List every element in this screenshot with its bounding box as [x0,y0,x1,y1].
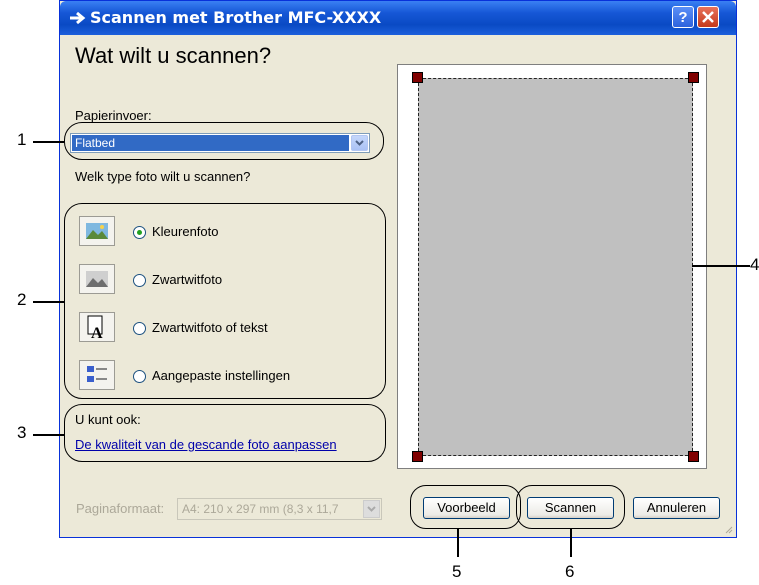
callout-line-5 [457,529,459,557]
crop-handle-top-right[interactable] [688,72,699,83]
callout-number-3: 3 [17,423,27,442]
chevron-down-icon [367,506,376,512]
help-button[interactable]: ? [672,6,694,28]
crop-handle-bottom-left[interactable] [412,451,423,462]
callout-outline-2 [64,203,386,399]
callout-outline-3 [64,404,386,462]
close-button[interactable] [697,6,719,28]
photo-type-label: Welk type foto wilt u scannen? [75,169,251,184]
callout-number-4: 4 [750,255,759,274]
callout-number-5: 5 [452,562,462,581]
callout-line-2 [33,301,64,303]
crop-handle-bottom-right[interactable] [688,451,699,462]
page-title: Wat wilt u scannen? [75,43,272,68]
cancel-button[interactable]: Annuleren [633,497,720,519]
paper-source-label: Papierinvoer: [75,108,152,123]
title-bar[interactable]: Scannen met Brother MFC-XXXX ? [60,1,736,35]
scan-area[interactable] [418,78,693,456]
page-size-dropdown-button [363,500,380,518]
callout-line-3 [33,434,64,436]
crop-handle-top-left[interactable] [412,72,423,83]
window-title: Scannen met Brother MFC-XXXX [90,8,382,27]
callout-outline-1 [64,122,384,160]
scanner-arrow-icon [70,11,86,25]
callout-outline-6 [516,485,625,529]
page-size-select: A4: 210 x 297 mm (8,3 x 11,7 [177,498,382,520]
callout-number-1: 1 [17,130,27,149]
page-size-value: A4: 210 x 297 mm (8,3 x 11,7 [182,502,339,516]
resize-grip-icon[interactable] [723,524,733,534]
close-icon [702,11,714,23]
callout-number-6: 6 [565,562,575,581]
callout-line-4 [692,265,750,267]
callout-line-6 [570,529,572,557]
callout-number-2: 2 [17,290,27,309]
callout-line-1 [33,141,64,143]
page-size-label: Paginaformaat: [76,501,165,516]
callout-outline-5 [410,485,521,529]
